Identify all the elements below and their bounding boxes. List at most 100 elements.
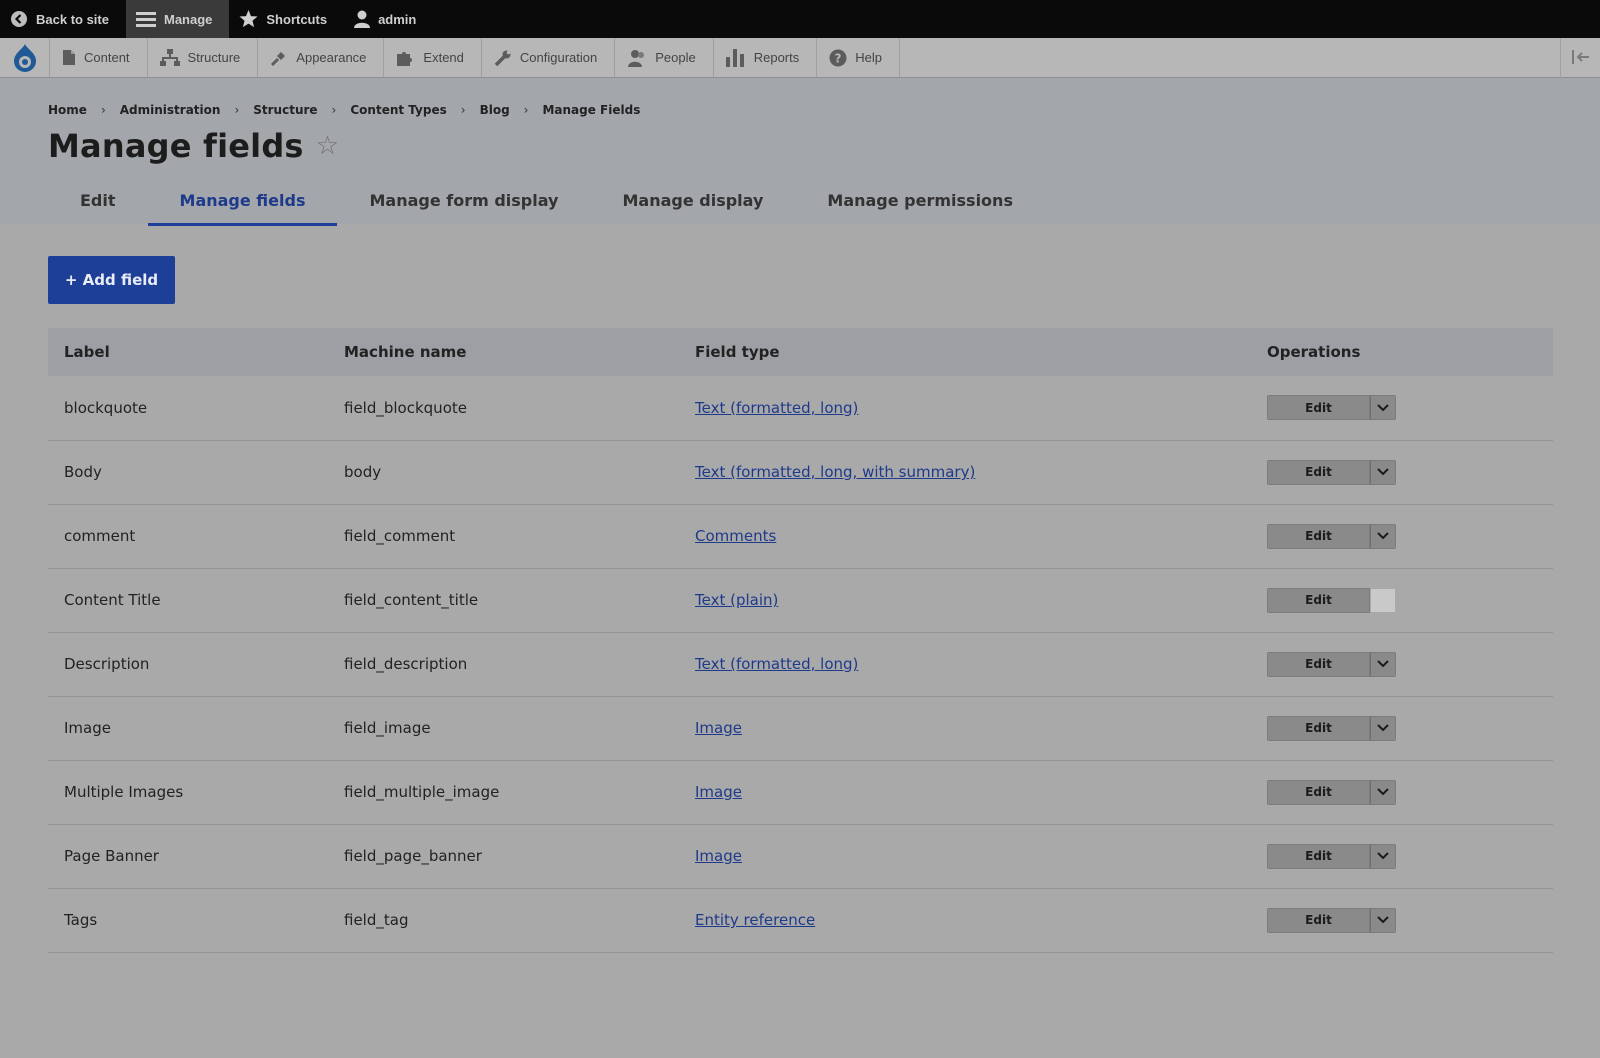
add-field-button[interactable]: + Add field <box>48 256 175 304</box>
table-row: Description field_description Text (format… <box>48 632 1553 697</box>
breadcrumb-item-content-types[interactable]: Content Types <box>350 103 446 117</box>
field-type-cell: Image <box>679 824 1251 889</box>
tray-item-help[interactable]: ? Help <box>817 38 900 77</box>
svg-text:?: ? <box>835 51 842 65</box>
field-type-link[interactable]: Text (plain) <box>695 591 778 609</box>
tray-item-extend[interactable]: Extend <box>384 38 482 77</box>
tray-item-structure[interactable]: Structure <box>148 38 259 77</box>
tray-item-extend-label: Extend <box>423 50 464 65</box>
breadcrumb-separator: › <box>460 103 466 117</box>
table-row: Multiple Images field_multiple_image Image… <box>48 760 1553 825</box>
field-label: Multiple Images <box>48 760 328 825</box>
field-type-link[interactable]: Comments <box>695 527 776 545</box>
field-type-cell: Text (formatted, long, with summary) <box>679 440 1251 505</box>
chevron-down-icon <box>1377 660 1389 668</box>
operations-toggle-button[interactable] <box>1370 715 1396 741</box>
operations-cell: Edit <box>1251 696 1553 761</box>
field-label: Tags <box>48 888 328 953</box>
operations-dropbutton: Edit <box>1267 715 1396 741</box>
field-type-cell: Comments <box>679 504 1251 569</box>
operations-cell: Edit <box>1251 760 1553 825</box>
table-row: Tags field_tag Entity reference Edit <box>48 888 1553 953</box>
tray-item-reports-label: Reports <box>753 50 800 65</box>
operations-toggle-button[interactable] <box>1370 523 1396 549</box>
breadcrumb-item-administration[interactable]: Administration <box>120 103 221 117</box>
table-row: Image field_image Image Edit <box>48 696 1553 761</box>
operations-toggle-button[interactable] <box>1370 459 1396 485</box>
tray-item-people[interactable]: People <box>615 38 714 77</box>
user-menu-button[interactable]: admin <box>344 0 433 38</box>
edit-button[interactable]: Edit <box>1267 395 1370 421</box>
field-type-link[interactable]: Text (formatted, long) <box>695 655 858 673</box>
field-type-link[interactable]: Text (formatted, long, with summary) <box>695 463 975 481</box>
operations-dropbutton: Edit <box>1267 587 1396 613</box>
field-machine-name: field_blockquote <box>328 376 679 441</box>
tab-manage-form-display[interactable]: Manage form display <box>337 188 590 226</box>
operations-toggle-button[interactable] <box>1370 395 1396 421</box>
edit-button[interactable]: Edit <box>1267 587 1370 613</box>
edit-button[interactable]: Edit <box>1267 907 1370 933</box>
tray-item-reports[interactable]: Reports <box>714 38 818 77</box>
field-label: Page Banner <box>48 824 328 889</box>
hamburger-icon <box>135 11 156 27</box>
field-type-cell: Image <box>679 696 1251 761</box>
operations-dropbutton: Edit <box>1267 395 1396 421</box>
user-label: admin <box>378 11 417 27</box>
tab-manage-fields[interactable]: Manage fields <box>147 188 338 226</box>
operations-toggle-button[interactable] <box>1370 843 1396 869</box>
tab-manage-permissions[interactable]: Manage permissions <box>795 188 1045 226</box>
field-type-link[interactable]: Image <box>695 783 742 801</box>
tab-manage-display[interactable]: Manage display <box>590 188 795 226</box>
tray-item-content[interactable]: Content <box>50 38 148 77</box>
field-machine-name: field_description <box>328 632 679 697</box>
operations-toggle-button[interactable] <box>1370 651 1396 677</box>
tray-item-structure-label: Structure <box>187 50 241 65</box>
field-type-link[interactable]: Image <box>695 847 742 865</box>
edit-button[interactable]: Edit <box>1267 523 1370 549</box>
tray-item-help-label: Help <box>855 50 882 65</box>
edit-button[interactable]: Edit <box>1267 779 1370 805</box>
back-to-site-link[interactable]: Back to site <box>0 0 126 38</box>
bar-chart-icon <box>725 48 746 67</box>
breadcrumb-separator: › <box>331 103 337 117</box>
operations-cell: Edit <box>1251 632 1553 697</box>
field-machine-name: field_content_title <box>328 568 679 633</box>
operations-toggle-button[interactable] <box>1370 907 1396 933</box>
tray-collapse-button[interactable] <box>1560 38 1600 78</box>
edit-button[interactable]: Edit <box>1267 651 1370 677</box>
tray-item-appearance[interactable]: Appearance <box>258 38 385 77</box>
field-type-link[interactable]: Entity reference <box>695 911 815 929</box>
operations-dropbutton: Edit <box>1267 907 1396 933</box>
collapse-left-icon <box>1571 49 1590 68</box>
admin-tray: Content Structure Appearance Extend Conf… <box>0 38 1600 78</box>
header-field-type: Field type <box>679 328 1251 376</box>
breadcrumb-item-structure[interactable]: Structure <box>253 103 317 117</box>
operations-toggle-empty <box>1370 587 1396 613</box>
edit-button[interactable]: Edit <box>1267 459 1370 485</box>
edit-button[interactable]: Edit <box>1267 843 1370 869</box>
edit-button[interactable]: Edit <box>1267 715 1370 741</box>
field-machine-name: field_comment <box>328 504 679 569</box>
breadcrumb-item-blog[interactable]: Blog <box>480 103 510 117</box>
operations-toggle-button[interactable] <box>1370 779 1396 805</box>
field-type-link[interactable]: Image <box>695 719 742 737</box>
shortcut-star-icon[interactable]: ☆ <box>316 133 339 159</box>
chevron-down-icon <box>1377 404 1389 412</box>
operations-dropbutton: Edit <box>1267 459 1396 485</box>
field-type-cell: Text (formatted, long) <box>679 376 1251 441</box>
field-label: blockquote <box>48 376 328 441</box>
field-type-link[interactable]: Text (formatted, long) <box>695 399 858 417</box>
drupal-logo[interactable] <box>0 38 50 77</box>
breadcrumb-item-home[interactable]: Home <box>48 103 87 117</box>
field-type-cell: Entity reference <box>679 888 1251 953</box>
tray-item-configuration[interactable]: Configuration <box>482 38 616 77</box>
operations-dropbutton: Edit <box>1267 843 1396 869</box>
field-machine-name: field_multiple_image <box>328 760 679 825</box>
shortcuts-menu-button[interactable]: Shortcuts <box>229 0 344 38</box>
breadcrumb-separator: › <box>523 103 529 117</box>
breadcrumb-separator: › <box>100 103 106 117</box>
manage-menu-button[interactable]: Manage <box>125 0 230 38</box>
field-type-cell: Image <box>679 760 1251 825</box>
tab-edit[interactable]: Edit <box>48 188 148 226</box>
paintbrush-icon <box>270 49 288 67</box>
